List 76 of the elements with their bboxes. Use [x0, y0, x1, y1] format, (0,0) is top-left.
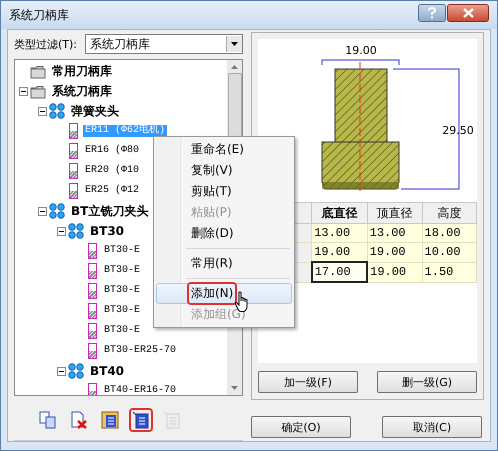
column-header[interactable]: 高度: [422, 202, 476, 224]
menu-item[interactable]: 复制(V): [187, 159, 237, 182]
column-header[interactable]: 底直径: [312, 202, 368, 224]
close-button[interactable]: [447, 4, 489, 22]
tree-item[interactable]: BT30-E: [102, 285, 142, 297]
holder-icon: [68, 123, 79, 139]
table-cell[interactable]: 18.00: [422, 224, 476, 242]
tree-item[interactable]: BT立铣刀夹头: [69, 205, 150, 217]
dialog-button[interactable]: 确定(O): [251, 416, 351, 438]
holder-icon: [87, 343, 98, 359]
collapse-icon[interactable]: [38, 206, 47, 216]
holder-icon: [87, 323, 98, 339]
tree-item[interactable]: BT40-ER16-70: [102, 385, 178, 395]
toolbar-button[interactable]: [129, 408, 153, 432]
width-dimension-label: 19.00: [345, 44, 377, 57]
menu-item[interactable]: 重命名(E): [187, 138, 248, 161]
menu-item[interactable]: 剪贴(T): [187, 180, 236, 203]
tree-item[interactable]: BT30-ER25-70: [102, 345, 178, 357]
tree-item[interactable]: BT30-E: [102, 325, 142, 337]
tree-item[interactable]: BT30-E: [102, 305, 142, 317]
scroll-down-arrow-icon[interactable]: [231, 386, 238, 390]
circles-icon: [68, 223, 84, 239]
tree-item[interactable]: BT30-E: [102, 265, 142, 277]
document-icon: [132, 411, 150, 429]
menu-item[interactable]: 常用(R): [187, 252, 237, 275]
tree-item[interactable]: ER25 (Φ12: [83, 185, 142, 197]
help-button[interactable]: [418, 4, 446, 22]
window-title: 系统刀柄库: [9, 6, 69, 24]
table-cell[interactable]: 19.00: [367, 262, 422, 282]
circles-icon: [49, 203, 65, 219]
tree-item[interactable]: BT30: [88, 225, 126, 237]
copy-icon: [39, 411, 57, 429]
tree-item[interactable]: 常用刀柄库: [50, 65, 114, 77]
circles-icon: [49, 103, 65, 119]
type-filter-dropdown[interactable]: 系统刀柄库: [85, 34, 243, 54]
table-cell[interactable]: 13.00: [367, 224, 422, 242]
menu-item[interactable]: 添加(N): [187, 282, 238, 305]
holder-icon: [87, 283, 98, 299]
holder-icon: [87, 303, 98, 319]
tree-item[interactable]: BT30-E: [102, 245, 142, 257]
column-header[interactable]: 顶直径: [367, 202, 422, 224]
menu-item-highlight[interactable]: 添加(N): [156, 283, 292, 304]
table-cell[interactable]: 17.00: [312, 262, 368, 282]
dropdown-arrow-icon: [231, 42, 238, 46]
table-cell[interactable]: 13.00: [312, 224, 368, 242]
filter-label: 类型过滤(T):: [14, 36, 78, 52]
menu-item[interactable]: 删除(D): [187, 222, 238, 245]
folder-icon: [30, 64, 46, 78]
collapse-icon[interactable]: [38, 106, 47, 116]
close-icon: [462, 8, 474, 18]
holder-icon: [68, 143, 79, 159]
list-icon: [101, 411, 119, 429]
panel-button[interactable]: 删一级(G): [377, 371, 477, 393]
scroll-up-arrow-icon[interactable]: [231, 65, 238, 69]
table-cell[interactable]: 10.00: [422, 242, 476, 262]
tree-item[interactable]: ER20 (Φ10: [83, 165, 142, 177]
delete-icon: [70, 411, 88, 429]
document-icon: [163, 411, 181, 429]
holder-icon: [87, 243, 98, 259]
collapse-icon[interactable]: [57, 366, 66, 376]
table-cell[interactable]: 1.50: [422, 262, 476, 282]
tree-item[interactable]: BT40: [88, 365, 126, 377]
circles-icon: [68, 363, 84, 379]
tree-item[interactable]: ER16 (Φ80: [83, 145, 142, 157]
tree-item[interactable]: 系统刀柄库: [50, 85, 114, 97]
collapse-icon[interactable]: [57, 226, 66, 236]
question-mark-icon: [427, 7, 437, 19]
holder-icon: [87, 263, 98, 279]
holder-icon: [68, 183, 79, 199]
collapse-icon[interactable]: [19, 86, 28, 96]
folder-icon: [30, 84, 46, 98]
panel-button[interactable]: 加一级(F): [258, 371, 358, 393]
dialog-button[interactable]: 取消(C): [382, 416, 482, 438]
tree-item[interactable]: 弹簧夹头: [69, 105, 121, 117]
table-cell[interactable]: 19.00: [367, 242, 422, 262]
holder-icon: [68, 163, 79, 179]
